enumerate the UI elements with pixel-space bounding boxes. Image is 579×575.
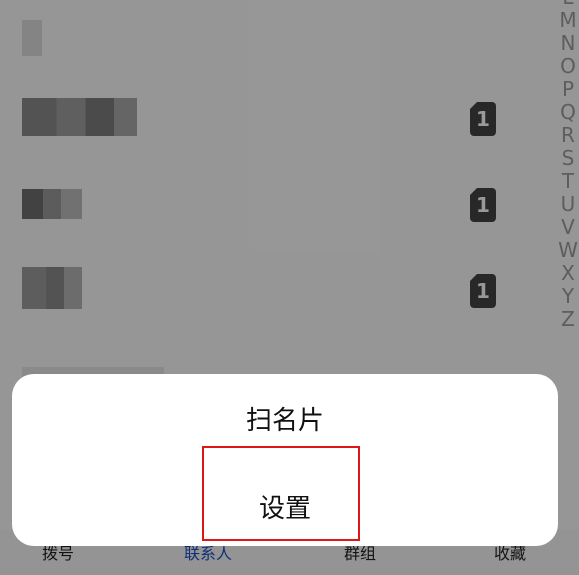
highlight-box	[202, 446, 360, 541]
scan-business-card-option[interactable]: 扫名片	[12, 400, 558, 437]
